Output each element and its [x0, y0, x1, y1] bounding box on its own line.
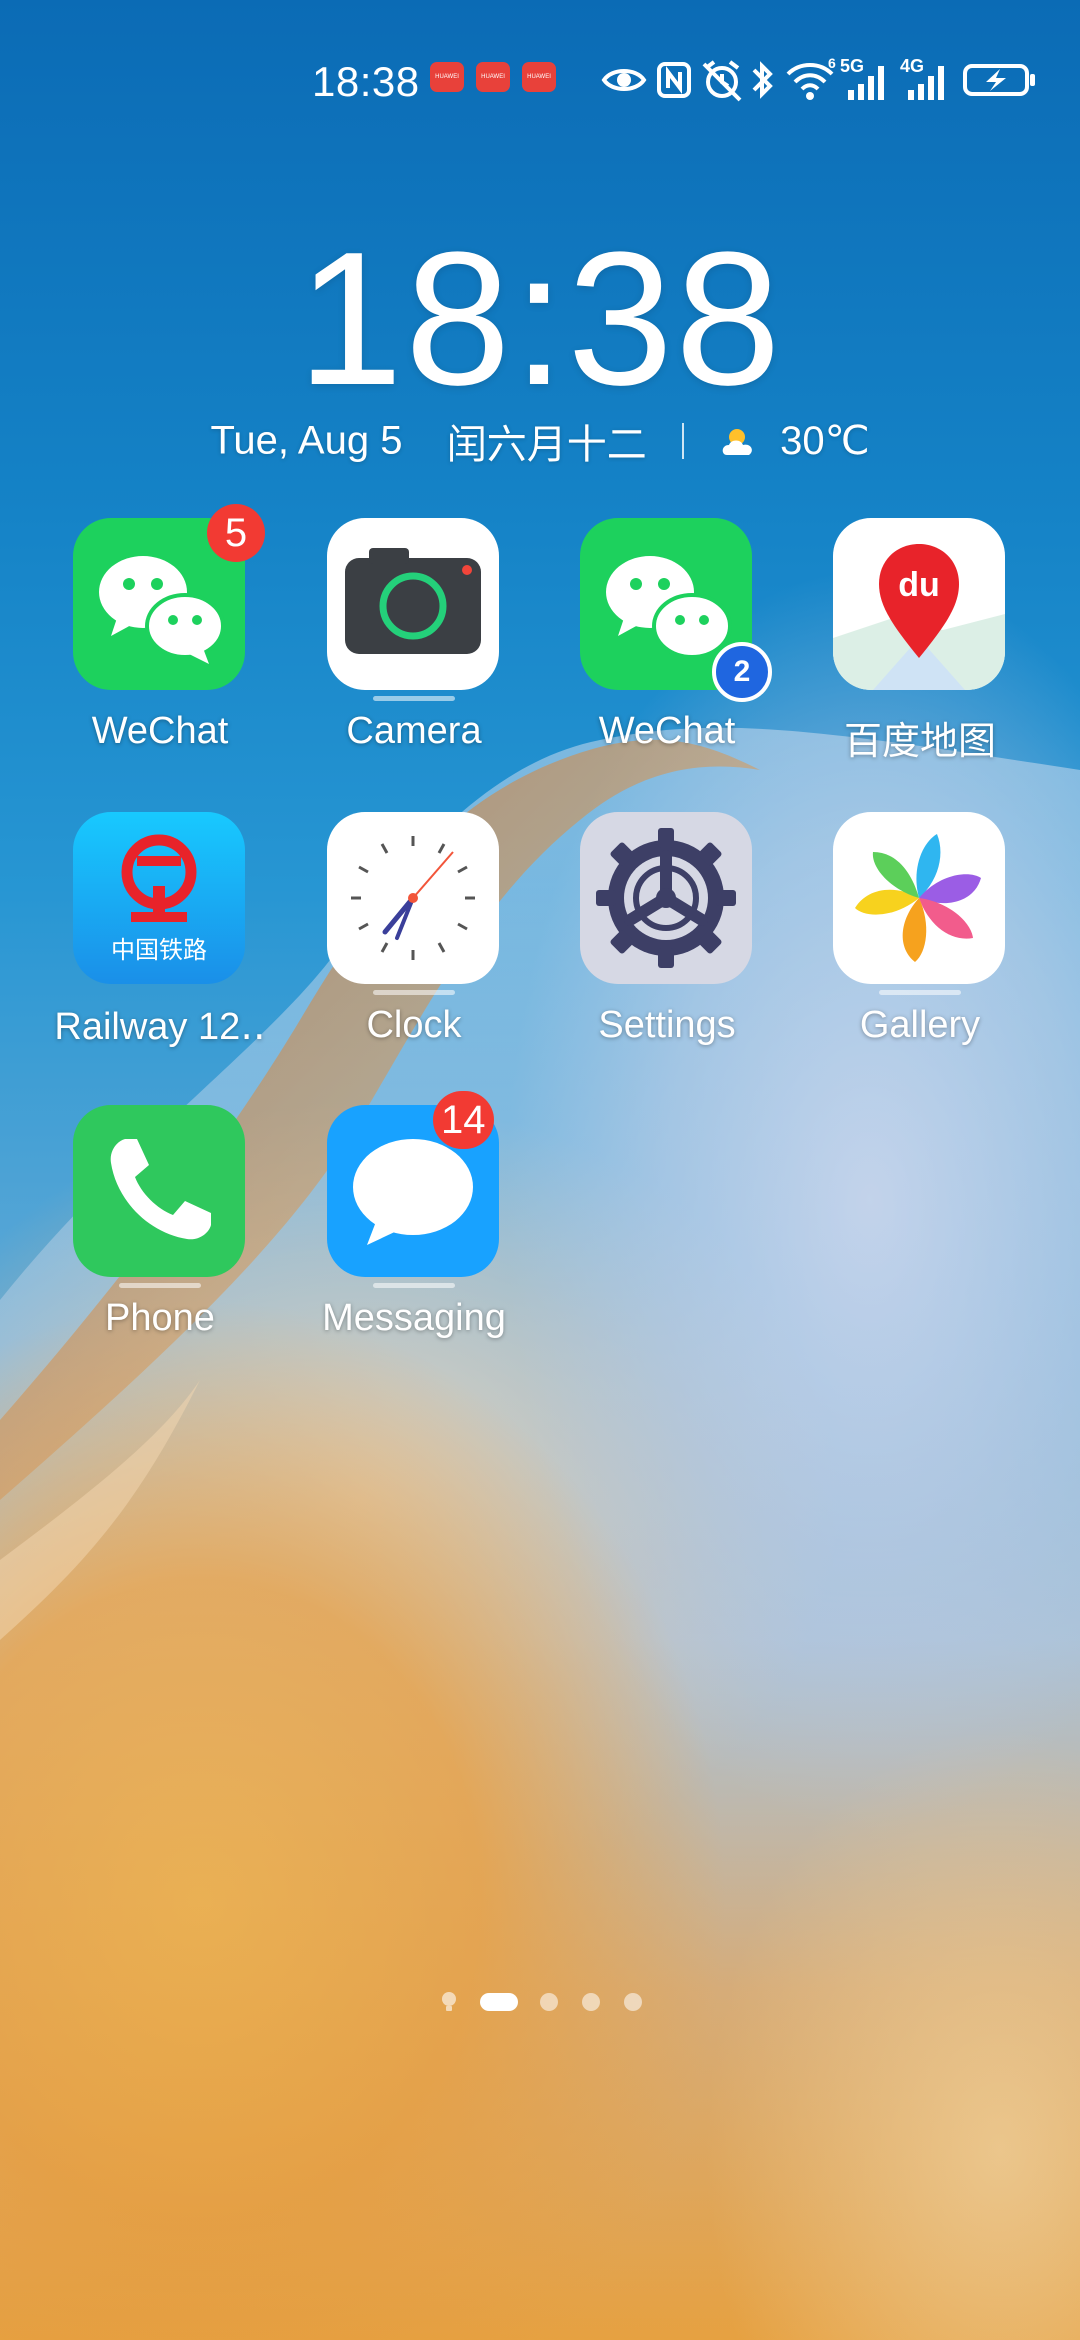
phone-icon — [73, 1105, 245, 1277]
bluetooth-icon — [752, 61, 773, 99]
camera-icon — [327, 518, 499, 690]
icon-text: 中国铁路 — [111, 936, 207, 964]
icon-text: du — [898, 566, 940, 604]
partly-sunny-icon — [719, 421, 763, 461]
dock-indicator — [879, 990, 961, 995]
date-text: Tue, Aug 5 — [210, 418, 403, 463]
signal-5g-icon — [848, 66, 884, 100]
app-label: WeChat — [91, 710, 229, 752]
app-label: 百度地图 — [843, 721, 996, 763]
app-label: Gallery — [859, 1004, 981, 1046]
huawei-notification-icon: HUAWEI — [476, 62, 510, 92]
page-dot[interactable] — [624, 1993, 642, 2011]
notification-badge: 5 — [207, 504, 265, 562]
page-dot[interactable] — [540, 1993, 558, 2011]
wifi-icon: 6 — [786, 56, 836, 100]
clock-widget-date-row[interactable]: Tue, Aug 5 闰六月十二 30℃ — [0, 412, 1080, 468]
app-label: Railway 12‥ — [54, 1006, 266, 1048]
temperature-text: 30℃ — [780, 419, 870, 463]
app-label: WeChat — [598, 710, 736, 752]
gallery-icon — [833, 812, 1005, 984]
status-bar: 18:38 HUAWEI HUAWEI HUAWEI 6 5G 4G — [0, 50, 1080, 110]
signal-4g-icon — [908, 66, 944, 100]
app-label: Settings — [598, 1004, 736, 1046]
dock-indicator — [119, 1283, 201, 1288]
eye-icon — [601, 69, 647, 91]
dock-indicator — [373, 990, 455, 995]
nfc-icon — [657, 62, 691, 98]
app-phone[interactable]: Phone — [33, 1105, 287, 1365]
lightbulb-icon[interactable] — [440, 1990, 458, 2014]
app-clock[interactable]: Clock — [287, 812, 541, 1072]
baidu-maps-icon: du — [833, 518, 1005, 690]
battery-charging-icon — [963, 64, 1035, 96]
dock-indicator — [373, 696, 455, 701]
settings-gear-icon — [580, 812, 752, 984]
page-indicator[interactable] — [0, 1990, 1080, 2014]
app-wechat[interactable]: 5 WeChat — [33, 504, 287, 778]
divider — [681, 423, 684, 459]
app-messaging[interactable]: 14 Messaging — [287, 1091, 541, 1365]
app-label: Camera — [346, 710, 482, 752]
app-settings[interactable]: Settings — [540, 812, 794, 1072]
app-label: Messaging — [322, 1297, 506, 1339]
app-label: Clock — [366, 1004, 462, 1046]
huawei-notification-icon: HUAWEI — [430, 62, 464, 92]
app-baidu-maps[interactable]: du 百度地图 — [793, 518, 1047, 778]
lunar-date-text: 闰六月十二 — [446, 423, 647, 467]
app-clone-badge: 2 — [712, 642, 772, 702]
svg-text:6: 6 — [828, 56, 836, 71]
clock-icon — [327, 812, 499, 984]
page-dot-active[interactable] — [480, 1993, 518, 2011]
notification-badge: 14 — [433, 1091, 494, 1149]
app-wechat-clone[interactable]: 2 WeChat — [540, 518, 794, 778]
app-gallery[interactable]: Gallery — [793, 812, 1047, 1072]
app-label: Phone — [105, 1297, 215, 1339]
page-dot[interactable] — [582, 1993, 600, 2011]
app-railway-12306[interactable]: 中国铁路 Railway 12‥ — [33, 812, 287, 1072]
railway-icon: 中国铁路 — [73, 812, 245, 984]
clock-widget-time[interactable]: 18:38 — [0, 210, 1080, 428]
alarm-icon — [702, 60, 742, 102]
dock-indicator — [373, 1283, 455, 1288]
huawei-notification-icon: HUAWEI — [522, 62, 556, 92]
status-time: 18:38 — [312, 58, 420, 105]
app-camera[interactable]: Camera — [287, 518, 541, 778]
